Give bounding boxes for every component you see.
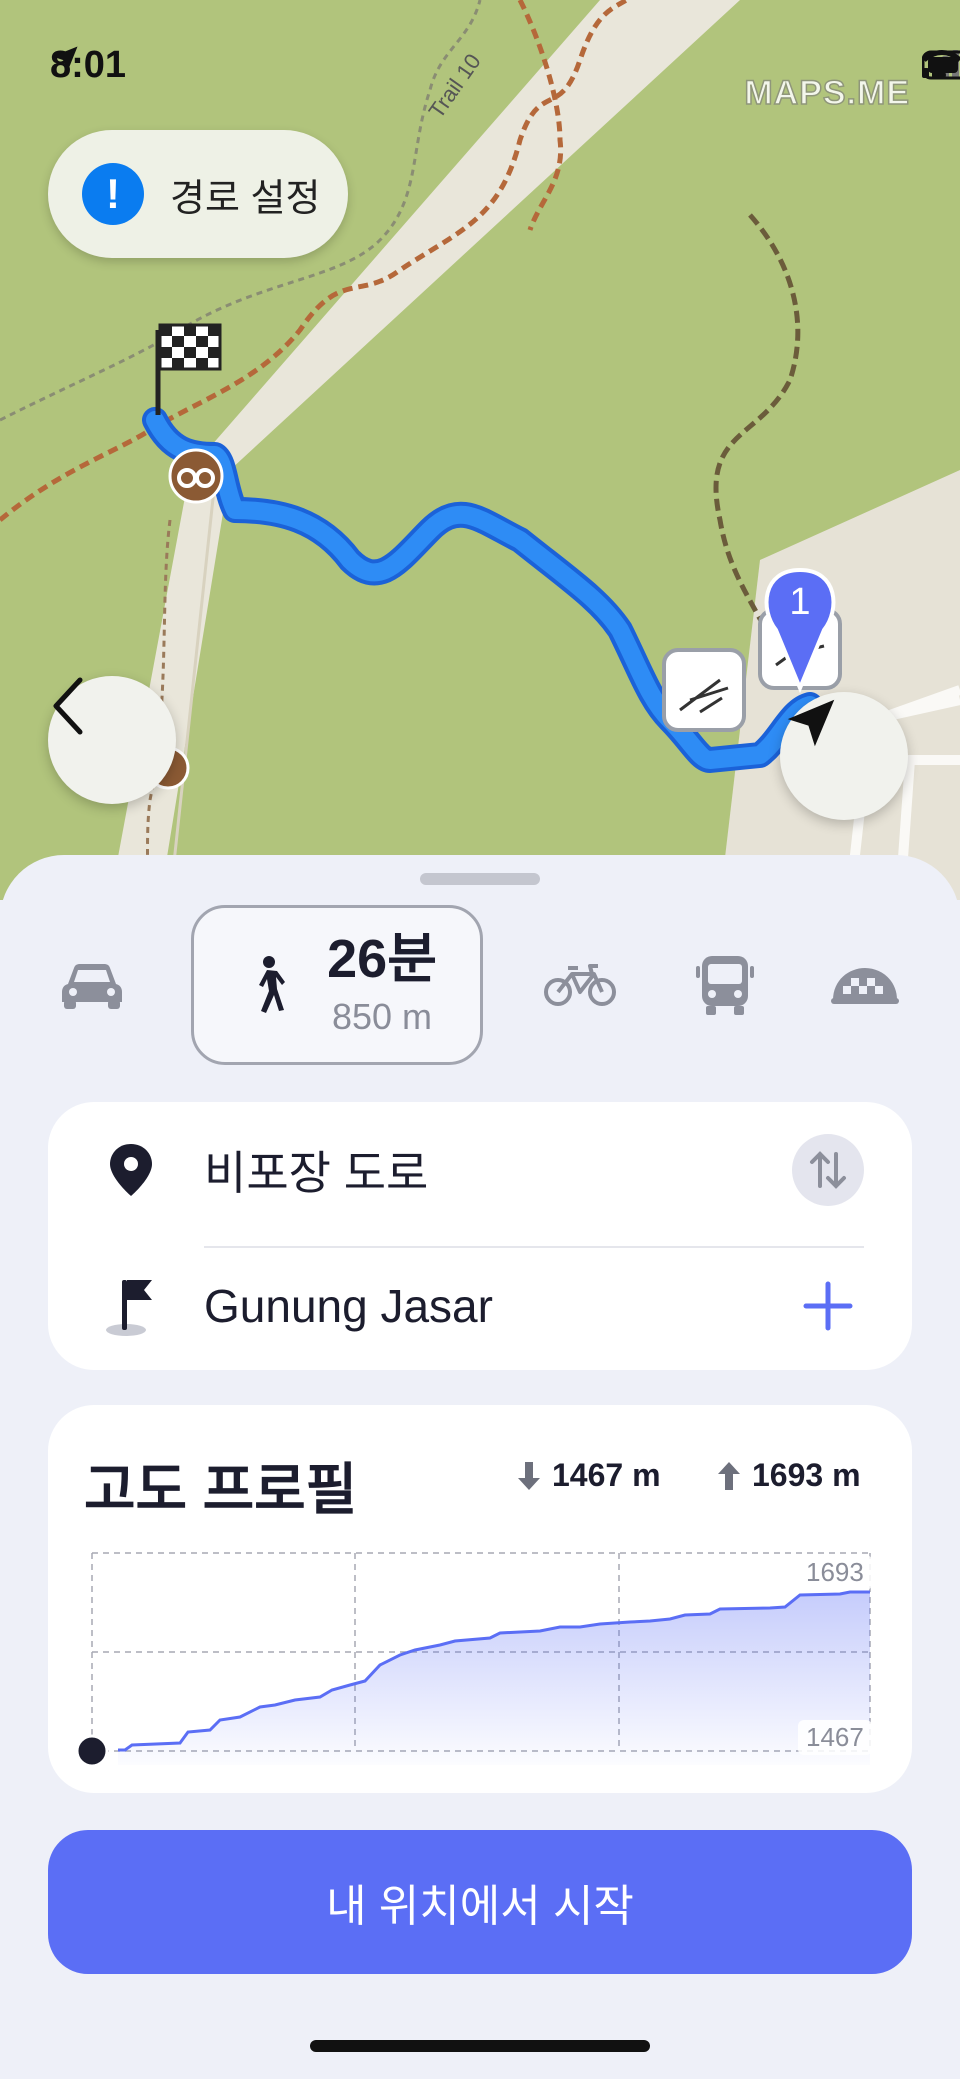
home-indicator[interactable] <box>310 2040 650 2052</box>
walk-eta: 26분 850 m <box>327 932 437 1038</box>
alert-icon: ! <box>82 163 144 225</box>
elevation-card: 고도 프로필 1467 m 1693 m 1693 1467 <box>48 1405 912 1793</box>
route-setup-chip[interactable]: ! 경로 설정 <box>48 130 348 258</box>
elevation-title: 고도 프로필 <box>84 1458 358 1521</box>
waypoints-card: 비포장 도로 Gunung Jasar <box>48 1102 912 1370</box>
finish-flag-marker <box>155 323 222 415</box>
current-position-dot <box>75 1734 109 1768</box>
mode-transit[interactable] <box>690 905 760 1065</box>
plus-icon <box>803 1281 853 1331</box>
my-location-button[interactable] <box>780 692 908 820</box>
sheet-grabber[interactable] <box>420 873 540 885</box>
taxi-icon <box>831 968 899 1004</box>
location-arrow-icon <box>52 46 78 72</box>
eta-time: 26분 <box>327 929 437 989</box>
map-watermark: MAPS.ME <box>744 73 910 113</box>
map-view[interactable]: Trail 10 1 8:01 MAPS.ME ! 경로 설정 <box>0 0 960 900</box>
flag-icon <box>106 1280 152 1336</box>
walk-icon <box>259 956 286 1013</box>
mode-car[interactable] <box>60 905 124 1065</box>
pin-icon <box>110 1144 152 1196</box>
finish-point-row[interactable]: Gunung Jasar <box>48 1240 912 1372</box>
car-icon <box>62 964 122 1009</box>
arrow-down-icon <box>518 1461 540 1490</box>
start-from-my-location-button[interactable]: 내 위치에서 시작 <box>48 1830 912 1974</box>
elevation-chart[interactable] <box>70 1535 890 1775</box>
viewpoint-poi-icon <box>168 448 224 504</box>
swap-button[interactable] <box>792 1134 864 1206</box>
eta-distance: 850 m <box>331 996 433 1037</box>
elevation-min-label: 1467 <box>798 1720 872 1755</box>
chevron-left-icon <box>53 677 83 735</box>
battery-icon <box>922 50 960 80</box>
finish-point-label: Gunung Jasar <box>204 1280 493 1332</box>
status-time: 8:01 <box>50 44 126 87</box>
svg-text:1: 1 <box>789 581 810 623</box>
svg-text:Trail 10: Trail 10 <box>424 49 486 123</box>
mode-bike[interactable] <box>540 905 620 1065</box>
elevation-max-label: 1693 <box>798 1555 872 1590</box>
bus-icon <box>696 956 754 1015</box>
descent-value: 1467 m <box>552 1457 661 1493</box>
arrow-up-icon <box>718 1461 740 1490</box>
transport-mode-bar: 26분 850 m <box>0 905 960 1069</box>
bicycle-icon <box>544 964 616 1006</box>
swap-icon <box>810 1151 846 1189</box>
start-point-row[interactable]: 비포장 도로 <box>48 1104 912 1236</box>
pass-marker <box>662 648 746 732</box>
back-button[interactable] <box>48 676 176 804</box>
route-setup-label: 경로 설정 <box>170 177 321 220</box>
mode-taxi[interactable] <box>825 905 905 1065</box>
mode-walk[interactable]: 26분 850 m <box>191 905 483 1065</box>
start-point-label: 비포장 도로 <box>204 1147 429 1199</box>
add-stop-button[interactable] <box>798 1276 858 1336</box>
ascent-stat: 1693 m <box>716 1457 861 1494</box>
descent-stat: 1467 m <box>516 1457 661 1494</box>
navigation-arrow-icon <box>787 699 835 747</box>
ascent-value: 1693 m <box>752 1457 861 1493</box>
